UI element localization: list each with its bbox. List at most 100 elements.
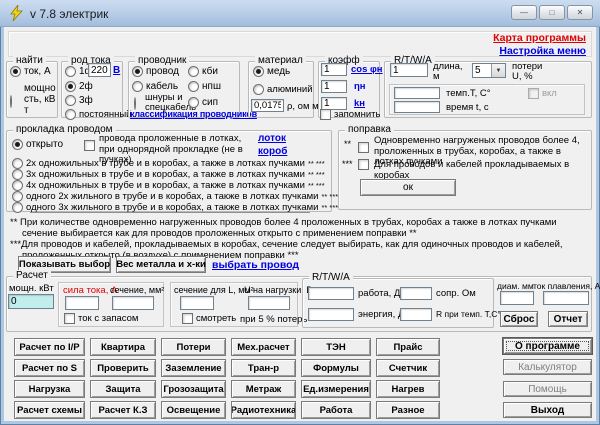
grounding-button[interactable]: Заземление [161, 359, 226, 377]
tray-link[interactable]: лоток [258, 133, 286, 144]
work-input[interactable] [308, 287, 354, 300]
mech-calc-button[interactable]: Мех.расчет [231, 338, 296, 356]
radio-cable[interactable]: кабель [132, 81, 178, 92]
ten-button[interactable]: ТЭН [301, 338, 371, 356]
minimize-icon: — [520, 8, 528, 17]
work-button[interactable]: Работа [301, 401, 371, 419]
scheme-calc-button[interactable]: Расчет схемы [14, 401, 85, 419]
load-button[interactable]: Нагрузка [14, 380, 85, 398]
energy-input[interactable] [308, 308, 354, 321]
radio-find-current[interactable]: ток, А [10, 66, 51, 77]
price-button[interactable]: Прайс [376, 338, 440, 356]
apartment-button[interactable]: Квартира [90, 338, 156, 356]
help-button[interactable]: Помощь [503, 381, 592, 397]
menu-setup-link[interactable]: Настройка меню [499, 45, 586, 57]
current-input[interactable] [65, 296, 99, 310]
lighting-button[interactable]: Освещение [161, 401, 226, 419]
time-label: время t, с [446, 102, 489, 113]
radio-open-laying[interactable]: открыто [12, 139, 63, 150]
cos-phi-link[interactable]: cos φн [351, 64, 383, 75]
volts-link[interactable]: В [113, 65, 120, 76]
chevron-down-icon[interactable]: ▼ [491, 64, 505, 77]
radio-npsh[interactable]: нпш [188, 81, 221, 92]
about-button[interactable]: О программе [503, 338, 592, 354]
r-at-temp-input[interactable] [400, 308, 432, 321]
radio-dc[interactable]: постоянный [65, 109, 131, 120]
radio-find-power[interactable] [10, 95, 12, 108]
resistance-input[interactable] [400, 287, 432, 300]
meter-button[interactable]: Счетчик [376, 359, 440, 377]
formulas-button[interactable]: Формулы [301, 359, 371, 377]
tray-checkbox[interactable] [84, 140, 95, 151]
on-checkbox[interactable]: вкл [528, 88, 557, 99]
radio-find-power-label[interactable]: мощность, кВт [24, 83, 58, 116]
app-window: v 7.8 электрик — □ ✕ Карта программы Нас… [0, 0, 600, 425]
transformer-button[interactable]: Тран-р [231, 359, 296, 377]
close-icon: ✕ [576, 8, 584, 17]
units-button[interactable]: Ед.измерения [301, 380, 371, 398]
diameter-input[interactable] [500, 291, 534, 305]
correction-text-2[interactable]: Для проводов и кабелей прокладываемых в … [374, 159, 586, 181]
correction-ok-button[interactable]: ок [360, 179, 456, 196]
watch-checkbox[interactable]: смотреть [182, 313, 236, 324]
protection-button[interactable]: Защита [90, 380, 156, 398]
close-button[interactable]: ✕ [567, 5, 593, 20]
radio-laying-2core[interactable]: 2х одножильных в трубе и в коробах, а та… [12, 158, 325, 169]
verify-button[interactable]: Проверить [90, 359, 156, 377]
eta-link[interactable]: ηн [354, 81, 366, 92]
voltage-input[interactable] [88, 63, 111, 77]
eta-input[interactable] [321, 80, 347, 93]
radio-copper[interactable]: медь [253, 66, 290, 77]
remember-checkbox[interactable]: запомнить [320, 109, 380, 120]
group-correction-legend: поправка [345, 124, 394, 135]
radio-icon [65, 109, 76, 120]
radio-sip[interactable]: сип [188, 97, 218, 108]
calc-by-s-button[interactable]: Расчет по S [14, 359, 85, 377]
section-input[interactable] [112, 296, 154, 310]
report-button[interactable]: Отчет [548, 311, 588, 327]
window-controls: — □ ✕ [511, 5, 593, 20]
maximize-button[interactable]: □ [539, 5, 565, 20]
losses-button[interactable]: Потери [161, 338, 226, 356]
radio-icon [188, 81, 199, 92]
radio-laying-3core[interactable]: 3х одножильных в трубе и в коробах, а та… [12, 169, 325, 180]
length-input[interactable] [390, 63, 428, 77]
radio-3ph[interactable]: 3ф [65, 95, 93, 106]
time-input[interactable] [394, 101, 440, 113]
lightning-protection-button[interactable]: Грозозащита [161, 380, 226, 398]
u-load-input[interactable] [248, 296, 290, 310]
radio-laying-one-2core[interactable]: одного 2х жильного в трубе и в коробах, … [12, 191, 338, 202]
misc-button[interactable]: Разное [376, 401, 440, 419]
short-circuit-button[interactable]: Расчет К.З [90, 401, 156, 419]
exit-button[interactable]: Выход [503, 402, 592, 418]
minimize-button[interactable]: — [511, 5, 537, 20]
program-map-link[interactable]: Карта программы [493, 32, 586, 44]
calc-by-ip-button[interactable]: Расчет по I/P [14, 338, 85, 356]
choose-wire-link[interactable]: выбрать провод [212, 259, 299, 271]
metal-weight-button[interactable]: Вес металла и х-ки [116, 256, 206, 273]
melting-current-label: ток плавления, А [533, 281, 600, 291]
loss-dropdown[interactable]: 5 ▼ [472, 63, 506, 78]
heating-button[interactable]: Нагрев [376, 380, 440, 398]
calculator-button[interactable]: Калькулятор [503, 359, 592, 375]
k-link[interactable]: kн [354, 98, 365, 109]
radio-wire[interactable]: провод [132, 66, 179, 77]
temperature-input[interactable] [394, 87, 440, 99]
correction-checkbox-2[interactable] [358, 159, 369, 170]
melting-current-input[interactable] [543, 291, 589, 305]
radio-kbi[interactable]: кби [188, 66, 218, 77]
duct-link[interactable]: короб [258, 146, 287, 157]
radio-aluminium[interactable]: алюминий [253, 84, 313, 95]
radio-engineering-button[interactable]: Радиотехника [231, 401, 296, 419]
radio-2ph[interactable]: 2ф [65, 81, 93, 92]
conductor-classification-link[interactable]: классификация проводников [130, 109, 257, 119]
reserve-checkbox[interactable]: ток с запасом [64, 313, 138, 324]
reset-button[interactable]: Сброс [500, 311, 538, 327]
correction-checkbox-1[interactable] [358, 142, 369, 153]
resistivity-input[interactable] [251, 99, 284, 112]
cos-phi-input[interactable] [321, 63, 347, 76]
footage-button[interactable]: Метраж [231, 380, 296, 398]
section-for-l-input[interactable] [180, 296, 214, 310]
power-input[interactable] [8, 294, 54, 309]
radio-laying-4core[interactable]: 4х одножильных в трубе и в коробах, а та… [12, 180, 325, 191]
